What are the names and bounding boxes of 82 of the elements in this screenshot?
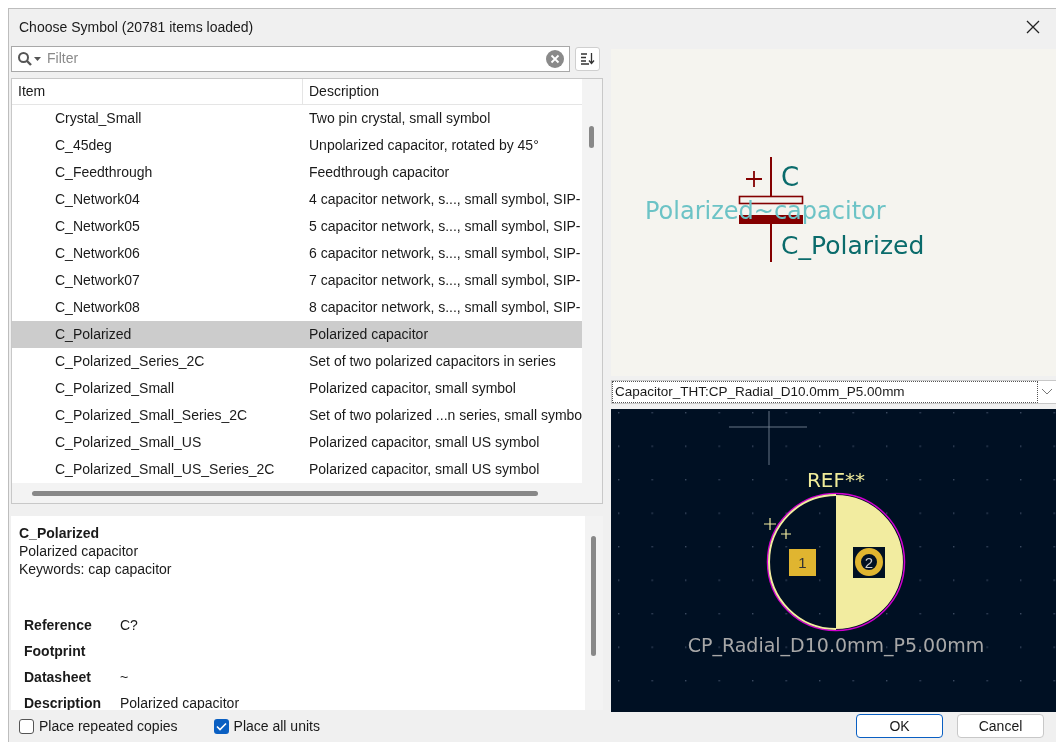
footprint-dropdown[interactable]: Capacitor_THT:CP_Radial_D10.0mm_P5.00mm [611, 380, 1056, 404]
table-row[interactable]: C_Network06 6 capacitor network, s..., small symbol, SIP- [12, 239, 583, 267]
table-row[interactable]: C_Network08 8 capacitor network, s..., small symbol, SIP- [12, 293, 583, 321]
table-row[interactable]: C_Polarized_Small_US Polarized capacitor, small US symbol [12, 428, 583, 456]
item-name: C_Feedthrough [55, 163, 153, 180]
field-value: C? [120, 616, 138, 636]
field-label: Reference [24, 616, 93, 636]
item-name: C_Network04 [55, 190, 140, 207]
search-field[interactable]: Filter [11, 45, 570, 72]
scrollbar-thumb[interactable] [591, 535, 596, 656]
item-description: 4 capacitor network, s..., small symbol, SIP- [308, 189, 581, 209]
item-name: C_Network08 [55, 298, 140, 315]
item-name: C_45deg [55, 136, 112, 153]
reference-label: C [781, 162, 800, 192]
table-row[interactable]: C_45deg Unpolarized capacitor, rotated by 45° [12, 131, 583, 159]
checkbox-option[interactable]: Place all units [213, 715, 320, 737]
scrollbar-thumb[interactable] [589, 125, 595, 148]
footprint-name-label: CP_Radial_D10.0mm_P5.00mm [687, 634, 985, 656]
field-value: ~ [120, 668, 129, 688]
sort-icon [580, 52, 595, 66]
item-name: Crystal_Small [55, 109, 142, 126]
table-row[interactable]: C_Network05 5 capacitor network, s..., small symbol, SIP- [12, 212, 583, 240]
item-name: C_Polarized_Small_Series_2C [55, 406, 248, 423]
search-icon [17, 50, 43, 67]
symbol-description: Polarized capacitor [19, 541, 140, 560]
item-name: C_Polarized_Small_US_Series_2C [55, 460, 275, 477]
item-description: Set of two polarized ...n series, small symbo [308, 405, 583, 425]
item-name: C_Network06 [55, 244, 140, 261]
symbol-keywords: Keywords: cap capacitor [19, 559, 173, 578]
dialog-button[interactable]: Cancel [957, 714, 1044, 738]
table-row[interactable]: C_Polarized_Small_Series_2C Set of two polarized ...n series, small symbo [12, 401, 583, 429]
item-name: C_Polarized_Small [55, 379, 175, 396]
sort-button[interactable] [575, 46, 600, 71]
item-name: C_Polarized_Small_US [55, 433, 202, 450]
reference-label: REF** [807, 468, 865, 492]
round-pad [853, 547, 885, 578]
table-row[interactable]: C_Polarized_Small_US_Series_2C Polarized capacitor, small US symbol [12, 455, 583, 483]
table-row[interactable]: C_Polarized_Series_2C Set of two polarized capacitors in series [12, 347, 583, 375]
item-name: C_Network05 [55, 217, 140, 234]
item-description: Feedthrough capacitor [308, 162, 450, 182]
item-description: 6 capacitor network, s..., small symbol, SIP- [308, 243, 581, 263]
close-icon [1026, 20, 1040, 34]
item-description: Polarized capacitor, small symbol [308, 378, 516, 398]
item-name: C_Polarized [55, 325, 132, 342]
item-description: Polarized capacitor, small US symbol [308, 459, 540, 479]
square-pad [789, 549, 816, 576]
item-description: Two pin crystal, small symbol [308, 108, 491, 128]
value-label: C_Polarized [781, 231, 925, 260]
window-title: Choose Symbol (20781 items loaded) [19, 17, 254, 37]
table-row[interactable]: C_Feedthrough Feedthrough capacitor [12, 158, 583, 186]
checkbox-option[interactable]: Place repeated copies [19, 715, 178, 737]
field-label: Footprint [24, 642, 87, 662]
table-row[interactable]: C_Network04 4 capacitor network, s..., small symbol, SIP- [12, 185, 583, 213]
item-name: C_Polarized_Series_2C [55, 352, 205, 369]
dialog-button[interactable]: OK [856, 714, 943, 738]
symbol-name: C_Polarized [19, 523, 101, 542]
item-description: Unpolarized capacitor, rotated by 45° [308, 135, 539, 155]
item-description: Polarized capacitor [308, 324, 429, 344]
clear-icon[interactable] [546, 49, 564, 68]
field-label: Datasheet [24, 668, 92, 688]
horizontal-scrollbar[interactable] [12, 482, 602, 503]
filter-field[interactable]: Filter [47, 48, 542, 70]
table-row[interactable]: Crystal_Small Two pin crystal, small symbol [12, 104, 583, 132]
vertical-scrollbar[interactable] [582, 78, 602, 483]
table-row[interactable]: C_Polarized Polarized capacitor [12, 320, 583, 348]
plus-icon [745, 170, 763, 188]
column-header[interactable]: Description [303, 78, 583, 104]
item-description: 5 capacitor network, s..., small symbol, SIP- [308, 216, 581, 236]
pad-number: 2 [864, 554, 874, 571]
checkbox[interactable] [213, 718, 229, 734]
item-description: Polarized capacitor, small US symbol [308, 432, 540, 452]
checkbox[interactable] [19, 718, 34, 734]
pad-number: 1 [798, 554, 807, 571]
item-description: 8 capacitor network, s..., small symbol, SIP- [308, 297, 581, 317]
table-row[interactable]: C_Polarized_Small Polarized capacitor, small symbol [12, 374, 583, 402]
item-description: Set of two polarized capacitors in series [308, 351, 556, 371]
item-name: C_Network07 [55, 271, 140, 288]
column-header[interactable]: Item [12, 78, 303, 104]
scrollbar-thumb[interactable] [32, 490, 538, 496]
description-label: Polarized~capacitor [645, 197, 886, 225]
item-description: 7 capacitor network, s..., small symbol, SIP- [308, 270, 581, 290]
table-row[interactable]: C_Network07 7 capacitor network, s..., small symbol, SIP- [12, 266, 583, 294]
